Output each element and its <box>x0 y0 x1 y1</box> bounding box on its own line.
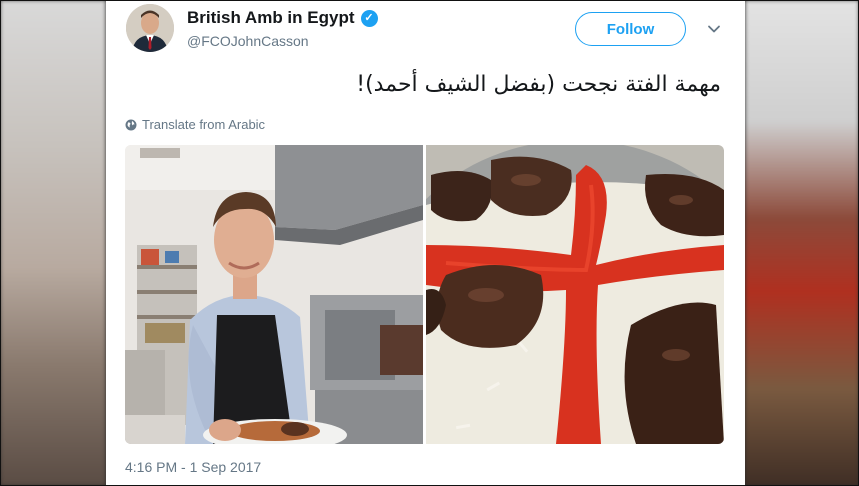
screenshot-border <box>0 0 859 486</box>
